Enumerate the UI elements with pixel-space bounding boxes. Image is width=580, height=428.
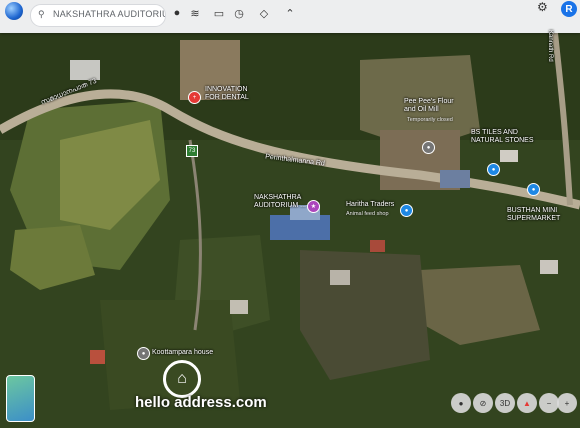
- search-value: NAKSHATHRA AUDITORIUM (KAR: [53, 9, 165, 19]
- search-icon: ⚲: [38, 9, 45, 19]
- layers-icon[interactable]: ◇: [257, 6, 271, 20]
- road-shield: 73: [186, 145, 198, 157]
- top-toolbar: ⚲ NAKSHATHRA AUDITORIUM (KAR ● ≋ ▭ ◷ ◇ ⌃…: [0, 0, 580, 33]
- place-peepees-status: Temporarily closed: [407, 117, 453, 123]
- no-pegman-icon[interactable]: ⊘: [473, 393, 493, 413]
- avatar[interactable]: R: [561, 1, 577, 17]
- map-type-thumbnail[interactable]: [6, 375, 35, 422]
- place-bstiles[interactable]: BS TILES AND NATURAL STONES: [471, 129, 534, 145]
- place-nakshathra[interactable]: NAKSHATHRA AUDITORIUM ...: [254, 194, 306, 210]
- globe-icon[interactable]: [5, 2, 23, 20]
- pegman-icon[interactable]: ●: [451, 393, 471, 413]
- store-pin-icon[interactable]: ●: [527, 183, 540, 196]
- event-venue-pin-icon[interactable]: ★: [307, 200, 320, 213]
- gear-icon[interactable]: ⚙: [537, 0, 548, 14]
- ruler-icon[interactable]: ▭: [212, 6, 226, 20]
- search-input[interactable]: ⚲ NAKSHATHRA AUDITORIUM (KAR: [30, 4, 166, 27]
- zoom-out-icon[interactable]: −: [539, 393, 559, 413]
- place-koottampara[interactable]: Koottampara house: [152, 349, 213, 357]
- history-icon[interactable]: ◷: [232, 6, 246, 20]
- place-innovation[interactable]: INNOVATION FOR DENTAL: [205, 86, 249, 102]
- road-label-right: Kannath Rd: [547, 30, 553, 62]
- home-logo-icon: ⌂: [163, 360, 201, 398]
- chevron-up-icon[interactable]: ⌃: [283, 6, 297, 20]
- store-pin-icon[interactable]: ●: [400, 204, 413, 217]
- home-pin-icon[interactable]: ●: [137, 347, 150, 360]
- zoom-in-icon[interactable]: +: [557, 393, 577, 413]
- place-peepees[interactable]: Pee Pee's Flour and Oil Mill: [404, 98, 454, 114]
- store-pin-icon[interactable]: ●: [487, 163, 500, 176]
- route-icon[interactable]: ≋: [188, 6, 202, 20]
- place-busthan[interactable]: BUSTHAN MINI SUPERMARKET: [507, 207, 560, 223]
- place-haritha-type: Animal feed shop: [346, 211, 389, 217]
- location-pin-icon[interactable]: ●: [170, 6, 184, 20]
- compass-icon[interactable]: ▲: [517, 393, 537, 413]
- satellite-map[interactable]: [0, 0, 580, 428]
- watermark-text: hello address.com: [135, 394, 267, 411]
- place-haritha[interactable]: Haritha Traders: [346, 201, 394, 209]
- shop-pin-icon[interactable]: ●: [422, 141, 435, 154]
- three-d-button[interactable]: 3D: [495, 393, 515, 413]
- hospital-pin-icon[interactable]: +: [188, 91, 201, 104]
